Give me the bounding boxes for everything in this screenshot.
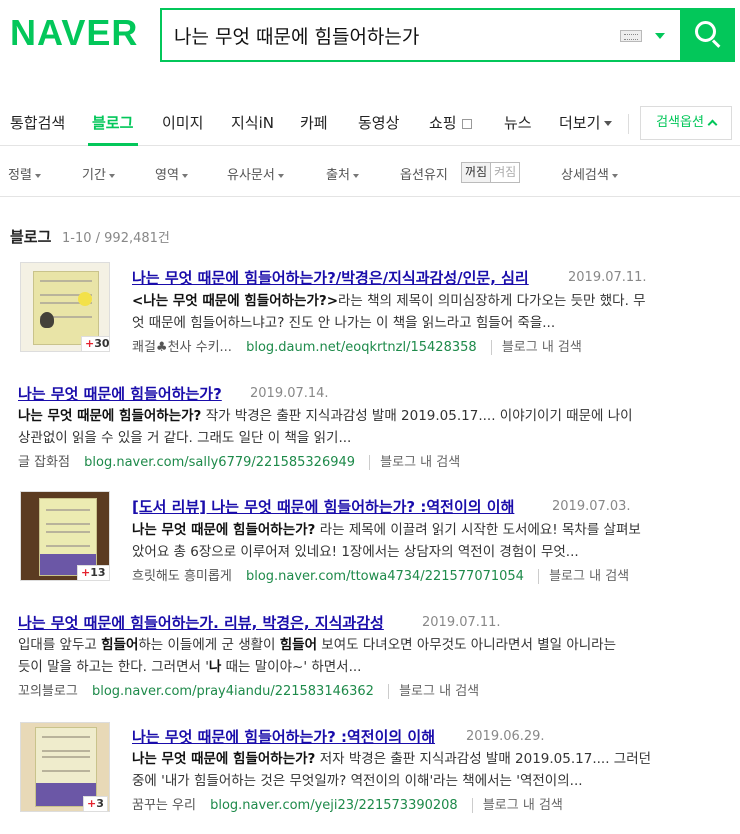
result-date: 2019.07.14.: [250, 386, 329, 401]
caret-down-icon: [181, 173, 188, 178]
author-link[interactable]: 흐릿해도 흥미롭게: [132, 569, 232, 584]
result-title-link[interactable]: 나는 무엇 때문에 힘들어하는가?/박경은/지식과감성/인문, 심리: [132, 267, 529, 288]
search-input[interactable]: [174, 20, 594, 50]
result-snippet-line2: 중에 '내가 힘들어하는 것은 무엇일까? 역전이의 이해'라는 책에서는 '역…: [132, 773, 583, 789]
author-link[interactable]: 꿈꾸는 우리: [132, 798, 196, 813]
tab-video[interactable]: 동영상: [358, 112, 399, 133]
tab-cafe[interactable]: 카페: [300, 112, 328, 133]
divider: [628, 114, 629, 134]
filter-period[interactable]: 기간: [82, 164, 115, 183]
search-tabs: 통합검색 블로그 이미지 지식iN 카페 동영상 쇼핑 뉴스 더보기 검색옵션: [0, 100, 740, 146]
filter-area[interactable]: 영역: [155, 164, 188, 183]
result-count: 1-10 / 992,481건: [62, 231, 170, 246]
result-snippet-line2: 엇 때문에 힘들어하느냐고? 진도 안 나가는 이 책을 읽느라고 힘들어 죽을…: [132, 315, 556, 331]
result-url[interactable]: blog.daum.net/eoqkrtnzl/15428358: [246, 340, 477, 355]
tab-more[interactable]: 더보기: [559, 112, 613, 133]
result-url[interactable]: blog.naver.com/yeji23/221573390208: [210, 798, 458, 813]
header: NAVER: [0, 0, 740, 90]
filter-sort[interactable]: 정렬: [8, 164, 41, 183]
result-title-link[interactable]: 나는 무엇 때문에 힘들어하는가?: [18, 383, 222, 404]
result-meta: 흐릿해도 흥미롭게 blog.naver.com/ttowa4734/22157…: [132, 565, 630, 584]
result-snippet-line2: 았어요 총 6장으로 이루어져 있네요! 1장에서는 상담자의 역전이 경험이 …: [132, 544, 579, 560]
result-date: 2019.07.11.: [568, 270, 647, 285]
tab-news[interactable]: 뉴스: [504, 112, 532, 133]
result-url[interactable]: blog.naver.com/pray4iandu/221583146362: [92, 684, 374, 699]
filter-detail[interactable]: 상세검색: [561, 164, 618, 183]
result-meta: 꿈꾸는 우리 blog.naver.com/yeji23/22157339020…: [132, 794, 563, 813]
result-meta: 꼬의블로그 blog.naver.com/pray4iandu/22158314…: [18, 680, 480, 699]
result-thumbnail[interactable]: +3: [20, 722, 110, 812]
toggle-on-option[interactable]: 켜짐: [491, 163, 519, 182]
caret-down-icon: [611, 173, 618, 178]
search-box[interactable]: [160, 8, 682, 62]
tab-image[interactable]: 이미지: [162, 112, 203, 133]
toggle-off-option[interactable]: 꺼짐: [462, 163, 492, 182]
tab-kin[interactable]: 지식iN: [231, 112, 274, 133]
image-count-badge: +13: [77, 565, 109, 580]
image-count-badge: +3: [83, 796, 108, 811]
caret-down-icon[interactable]: [655, 33, 665, 39]
result-title-link[interactable]: 나는 무엇 때문에 힘들어하는가? :역전이의 이해: [132, 726, 435, 747]
chevron-down-icon: [604, 121, 613, 126]
search-in-blog-link[interactable]: 블로그 내 검색: [490, 340, 582, 355]
result-snippet: 나는 무엇 때문에 힘들어하는가? 작가 박경은 출판 지식과감성 발매 201…: [18, 408, 633, 424]
author-link[interactable]: 글 잡화점: [18, 455, 70, 470]
author-link[interactable]: 쾌걸♣천사 수키...: [132, 340, 232, 355]
result-date: 2019.07.11.: [422, 615, 501, 630]
active-tab-indicator: [88, 143, 138, 146]
result-snippet: 입대를 앞두고 힘들어하는 이들에게 군 생활이 힘들어 보여도 다녀오면 아무…: [18, 637, 617, 653]
caret-down-icon: [352, 173, 359, 178]
keep-option-toggle: 꺼짐 켜짐: [461, 162, 521, 183]
search-in-blog-link[interactable]: 블로그 내 검색: [388, 684, 480, 699]
result-snippet-line2: 듯이 말을 하고는 한다. 그러면서 '나 때는 말이야~' 하면서...: [18, 659, 362, 675]
search-in-blog-link[interactable]: 블로그 내 검색: [471, 798, 563, 813]
book-cover-image: [33, 271, 99, 345]
book-cover-image: [35, 727, 97, 807]
search-button[interactable]: [680, 8, 735, 62]
caret-down-icon: [277, 173, 284, 178]
result-meta: 쾌걸♣천사 수키... blog.daum.net/eoqkrtnzl/1542…: [132, 336, 582, 355]
filter-similar[interactable]: 유사문서: [227, 164, 284, 183]
tab-integrated[interactable]: 통합검색: [10, 112, 65, 133]
chevron-up-icon: [707, 119, 718, 129]
search-in-blog-link[interactable]: 블로그 내 검색: [538, 569, 630, 584]
filter-keep-option-label: 옵션유지: [400, 168, 448, 183]
search-options-button[interactable]: 검색옵션: [640, 106, 732, 140]
filter-bar: 정렬 기간 영역 유사문서 출처 옵션유지 꺼짐 켜짐 상세검색: [0, 147, 740, 197]
result-title-link[interactable]: [도서 리뷰] 나는 무엇 때문에 힘들어하는가? :역전이의 이해: [132, 496, 514, 517]
tab-blog[interactable]: 블로그: [92, 112, 133, 133]
result-date: 2019.07.03.: [552, 499, 631, 514]
tab-shopping[interactable]: 쇼핑: [429, 112, 472, 133]
keyboard-icon[interactable]: [620, 30, 642, 42]
search-in-blog-link[interactable]: 블로그 내 검색: [369, 455, 461, 470]
caret-down-icon: [34, 173, 41, 178]
result-thumbnail[interactable]: +30: [20, 262, 110, 352]
result-url[interactable]: blog.naver.com/sally6779/221585326949: [84, 455, 355, 470]
filter-source[interactable]: 출처: [326, 164, 359, 183]
result-url[interactable]: blog.naver.com/ttowa4734/221577071054: [246, 569, 524, 584]
result-snippet: <나는 무엇 때문에 힘들어하는가?>라는 책의 제목이 의미심장하게 다가오는…: [132, 293, 646, 309]
result-date: 2019.06.29.: [466, 729, 545, 744]
result-snippet: 나는 무엇 때문에 힘들어하는가? 저자 박경은 출판 지식과감성 발매 201…: [132, 751, 652, 767]
result-thumbnail[interactable]: +13: [20, 491, 110, 581]
result-snippet: 나는 무엇 때문에 힘들어하는가? 라는 제목에 이끌려 읽기 시작한 도서에요…: [132, 522, 641, 538]
shopping-box-icon: [461, 118, 472, 129]
image-count-badge: +30: [81, 336, 109, 351]
naver-logo[interactable]: NAVER: [10, 12, 138, 54]
section-title: 블로그: [10, 228, 52, 246]
author-link[interactable]: 꼬의블로그: [18, 684, 78, 699]
result-meta: 글 잡화점 blog.naver.com/sally6779/221585326…: [18, 451, 461, 470]
result-snippet-line2: 상관없이 읽을 수 있을 거 같다. 그래도 일단 이 책을 읽기...: [18, 430, 352, 446]
caret-down-icon: [108, 173, 115, 178]
result-title-link[interactable]: 나는 무엇 때문에 힘들어하는가. 리뷰, 박경은, 지식과감성: [18, 612, 384, 633]
